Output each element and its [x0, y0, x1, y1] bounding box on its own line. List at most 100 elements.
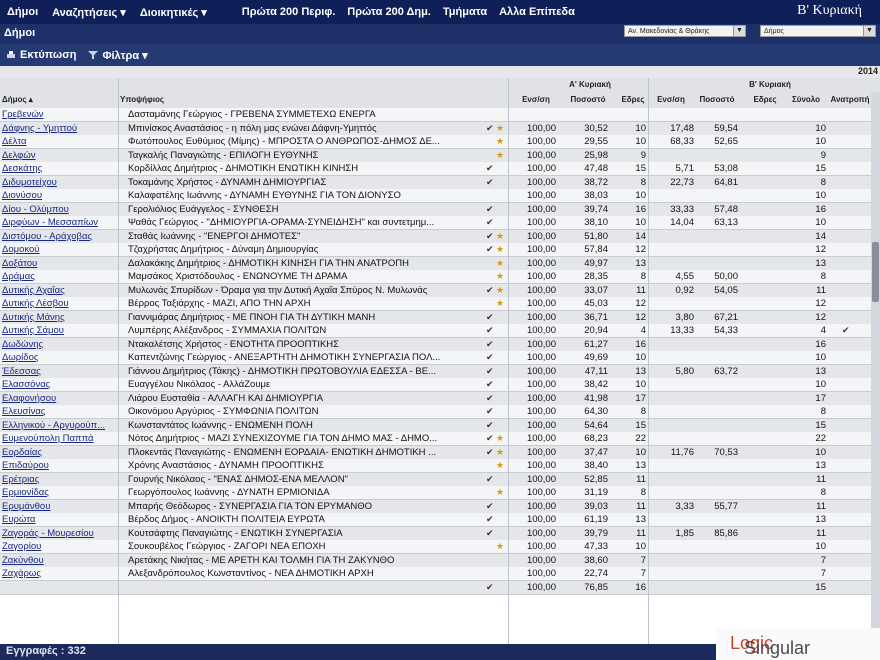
municipality-link[interactable]: Ζαγοράς - Μουρεσίου	[2, 528, 116, 539]
municipality-link[interactable]: Έδεσσας	[2, 366, 116, 377]
r1-percent-cell: 39,74	[584, 203, 608, 215]
table-row[interactable]: Ερυμάνθου Μπαρής Θεόδωρος - ΣΥΝΕΡΓΑΣΙΑ ΓΙ…	[0, 499, 880, 514]
table-row[interactable]: Ζαγορίου Σουκουβέλος Γεώργιος - ΖΑΓΟΡΙ ΝΕ…	[0, 540, 880, 554]
municipality-link[interactable]: Ελαφονήσου	[2, 393, 116, 404]
total-cell: 7	[820, 554, 826, 566]
link-other-levels[interactable]: Αλλα Επίπεδα	[493, 6, 581, 18]
table-row[interactable]: Εορδαίας Πλοκεντάς Παναγιώτης - ΕΝΩΜΕΝΗ Ε…	[0, 445, 880, 460]
link-departments[interactable]: Τμήματα	[437, 6, 493, 18]
table-row[interactable]: Δωρίδος Καπεντζώνης Γεώργιος - ΑΝΕΞΑΡΤΗΤΗ…	[0, 351, 880, 365]
header-r1-percent[interactable]: Ποσοστό	[560, 95, 616, 104]
table-row[interactable]: Διστόμου - Αράχοβας Σταθάς Ιωάννης - "ΕΝΕ…	[0, 229, 880, 244]
municipality-select[interactable]: Δήμος ▼	[760, 25, 876, 37]
header-municipality[interactable]: Δήμος ▴	[2, 95, 112, 104]
municipality-link[interactable]: Ζακύνθου	[2, 555, 116, 566]
municipality-link[interactable]: Δυτικής Λέσβου	[2, 298, 116, 309]
table-row[interactable]: Διρφύων - Μεσσαπίων Ψαθάς Γεώργιος - "ΔΗΜ…	[0, 216, 880, 230]
municipality-link[interactable]: Επιδαύρου	[2, 460, 116, 471]
municipality-link[interactable]: Ευρώτα	[2, 514, 116, 525]
vertical-scrollbar[interactable]	[871, 92, 880, 628]
table-row[interactable]: Ζακύνθου Αρετάκης Νικήτας - ΜΕ ΑΡΕΤΗ ΚΑΙ …	[0, 553, 880, 568]
r2-percent-cell: 59,54	[714, 122, 738, 134]
table-row[interactable]: Δεσκάτης Κορδίλλας Δημήτριος - ΔΗΜΟΤΙΚΗ Ε…	[0, 162, 880, 176]
link-first-200-municipalities[interactable]: Πρώτα 200 Δημ.	[341, 6, 437, 18]
municipality-link[interactable]: Δυτικής Σάμου	[2, 325, 116, 336]
filters-button[interactable]: Φίλτρα ▾	[82, 49, 153, 62]
municipality-link[interactable]: Ερυμάνθου	[2, 501, 116, 512]
header-r2-percent[interactable]: Ποσοστό	[693, 95, 741, 104]
municipality-link[interactable]: Ερμιονίδας	[2, 487, 116, 498]
municipality-link[interactable]: Δομοκού	[2, 244, 116, 255]
table-row[interactable]: Δυτικής Λέσβου Βέρρος Ταξιάρχης - ΜΑΖΙ, Α…	[0, 297, 880, 311]
header-r1-seats[interactable]: Εδρες	[614, 95, 652, 104]
municipality-link[interactable]: Ζαχάρως	[2, 568, 116, 579]
municipality-link[interactable]: Δράμας	[2, 271, 116, 282]
link-first-200-regions[interactable]: Πρώτα 200 Περιφ.	[236, 6, 342, 18]
table-row[interactable]: Δωδώνης Ντακαλέτσης Χρήστος - ΕΝΟΤΗΤΑ ΠΡΟ…	[0, 337, 880, 352]
table-row[interactable]: Δελφών Ταγκαλής Παναγιώτης - ΕΠΙΛΟΓΗ ΕΥΘΥ…	[0, 148, 880, 163]
table-row[interactable]: Ελληνικού - Αργυρούπ... Κωνσταντάτος Ιωάν…	[0, 418, 880, 433]
table-row[interactable]: Δυτικής Σάμου Λυμπέρης Αλέξανδρος - ΣΥΜΜΑ…	[0, 324, 880, 338]
check-icon: ✔	[486, 352, 494, 362]
header-reversal[interactable]: Ανατροπή	[828, 95, 872, 104]
scrollbar-thumb[interactable]	[872, 242, 879, 302]
table-row[interactable]: Επιδαύρου Χρόνης Αναστάσιος - ΔΥΝΑΜΗ ΠΡΟΟ…	[0, 459, 880, 473]
nav-administrative[interactable]: Διοικητικές ▾	[133, 6, 214, 19]
table-row[interactable]: Ευρώτα Βέρδος Δήμος - ΑΝΟΙΚΤΗ ΠΟΛΙΤΕΙΑ ΕΥ…	[0, 513, 880, 527]
municipality-link[interactable]: Δυτικής Αχαΐας	[2, 285, 116, 296]
table-row[interactable]: Διδυμοτείχου Τοκαμάνης Χρήστος - ΔΥΝΑΜΗ Δ…	[0, 175, 880, 190]
table-row[interactable]: Ελαφονήσου Λιάρου Ευσταθία - ΑΛΛΑΓΗ ΚΑΙ Δ…	[0, 391, 880, 406]
municipality-link[interactable]: Δωδώνης	[2, 339, 116, 350]
municipality-link[interactable]: Ελληνικού - Αργυρούπ...	[2, 420, 116, 431]
header-total[interactable]: Σύνολο	[786, 95, 826, 104]
municipality-link[interactable]: Διρφύων - Μεσσαπίων	[2, 217, 116, 228]
municipality-link[interactable]: Δοξάτου	[2, 258, 116, 269]
header-r2-counted[interactable]: Ενσ/ση	[650, 95, 692, 104]
municipality-link[interactable]: Γρεβενών	[2, 109, 116, 120]
municipality-link[interactable]: Ζαγορίου	[2, 541, 116, 552]
table-row[interactable]: Δομοκού Τζαχρήστας Δημήτριος - Δύναμη Δημ…	[0, 243, 880, 257]
table-row[interactable]: Ερέτριας Γουρνής Νικόλαος - "ΕΝΑΣ ΔΗΜΟΣ-Ε…	[0, 472, 880, 487]
table-row[interactable]: Ζαχάρως Αλεξανδρόπουλος Κωνσταντίνος - ΝΕ…	[0, 567, 880, 581]
region-select[interactable]: Αν. Μακεδονίας & Θράκης ▼	[624, 25, 746, 37]
total-cell: 11	[816, 284, 826, 296]
table-row[interactable]: Δράμας Μαμσάκος Χριστόδουλος - ΕΝΩΝΟΥΜΕ Τ…	[0, 270, 880, 284]
table-row[interactable]: Δοξάτου Δαλακάκης Δημήτριος - ΔΗΜΟΤΙΚΗ ΚΙ…	[0, 256, 880, 271]
municipality-link[interactable]: Δίου - Ολύμπου	[2, 204, 116, 215]
nav-searches[interactable]: Αναζητήσεις ▾	[45, 6, 133, 19]
municipality-link[interactable]: Δελφών	[2, 150, 116, 161]
table-row[interactable]: Δίου - Ολύμπου Γερολιόλιος Ευάγγελος - ΣΥ…	[0, 202, 880, 217]
table-row[interactable]: Δυτικής Μάνης Γιαννιμάρας Δημήτριος - ΜΕ …	[0, 310, 880, 325]
table-row[interactable]: Ερμιονίδας Γεωργόπουλος Ιωάννης - ΔΥΝΑΤΗ …	[0, 486, 880, 500]
table-row[interactable]: Ελασσόνας Ευαγγέλου Νικόλαος - ΑλλάΖουμε ✔…	[0, 378, 880, 392]
municipality-link[interactable]: Δέλτα	[2, 136, 116, 147]
municipality-link[interactable]: Ερέτριας	[2, 474, 116, 485]
header-r2-seats[interactable]: Εδρες	[745, 95, 785, 104]
municipality-link[interactable]: Δάφνης - Υμηττού	[2, 123, 116, 134]
table-row[interactable]: Γρεβενών Δασταμάνης Γεώργιος - ΓΡΕΒΕΝΑ ΣΥ…	[0, 108, 880, 122]
nav-municipalities[interactable]: Δήμοι	[0, 6, 45, 18]
table-row[interactable]: Έδεσσας Γιάννου Δημήτριος (Τάκης) - ΔΗΜΟΤ…	[0, 364, 880, 379]
municipality-link[interactable]: Διστόμου - Αράχοβας	[2, 231, 116, 242]
municipality-link[interactable]: Δυτικής Μάνης	[2, 312, 116, 323]
print-button[interactable]: Εκτύπωση	[0, 49, 82, 61]
table-row[interactable]: ✔ 100,00 76,85 16 15	[0, 580, 880, 595]
table-row[interactable]: Δέλτα Φωτόπουλος Ευθύμιος (Μίμης) - ΜΠΡΟΣ…	[0, 135, 880, 149]
municipality-link[interactable]: Διδυμοτείχου	[2, 177, 116, 188]
municipality-link[interactable]: Ελασσόνας	[2, 379, 116, 390]
municipality-link[interactable]: Ελευσίνας	[2, 406, 116, 417]
municipality-link[interactable]: Διονύσου	[2, 190, 116, 201]
table-row[interactable]: Διονύσου Καλαφατέλης Ιωάννης - ΔΥΝΑΜΗ ΕΥΘ…	[0, 189, 880, 203]
table-row[interactable]: Δάφνης - Υμηττού Μπινίσκος Αναστάσιος - η…	[0, 121, 880, 136]
table-row[interactable]: Ευμενούπολη Παππά Νότος Δημήτριος - ΜΑΖΙ …	[0, 432, 880, 446]
table-row[interactable]: Ζαγοράς - Μουρεσίου Κουτσάφτης Παναγιώτης…	[0, 526, 880, 541]
municipality-link[interactable]: Δωρίδος	[2, 352, 116, 363]
header-r1-counted[interactable]: Ενσ/ση	[512, 95, 560, 104]
r2-percent-cell: 55,77	[714, 500, 738, 512]
table-row[interactable]: Ελευσίνας Οικονόμου Αργύριος - ΣΥΜΦΩΝΙΑ Π…	[0, 405, 880, 419]
header-candidate[interactable]: Υποψήφιος	[120, 95, 320, 104]
table-row[interactable]: Δυτικής Αχαΐας Μυλωνάς Σπυρίδων - Όραμα γ…	[0, 283, 880, 298]
municipality-link[interactable]: Ευμενούπολη Παππά	[2, 433, 116, 444]
municipality-link[interactable]: Εορδαίας	[2, 447, 116, 458]
municipality-link[interactable]: Δεσκάτης	[2, 163, 116, 174]
